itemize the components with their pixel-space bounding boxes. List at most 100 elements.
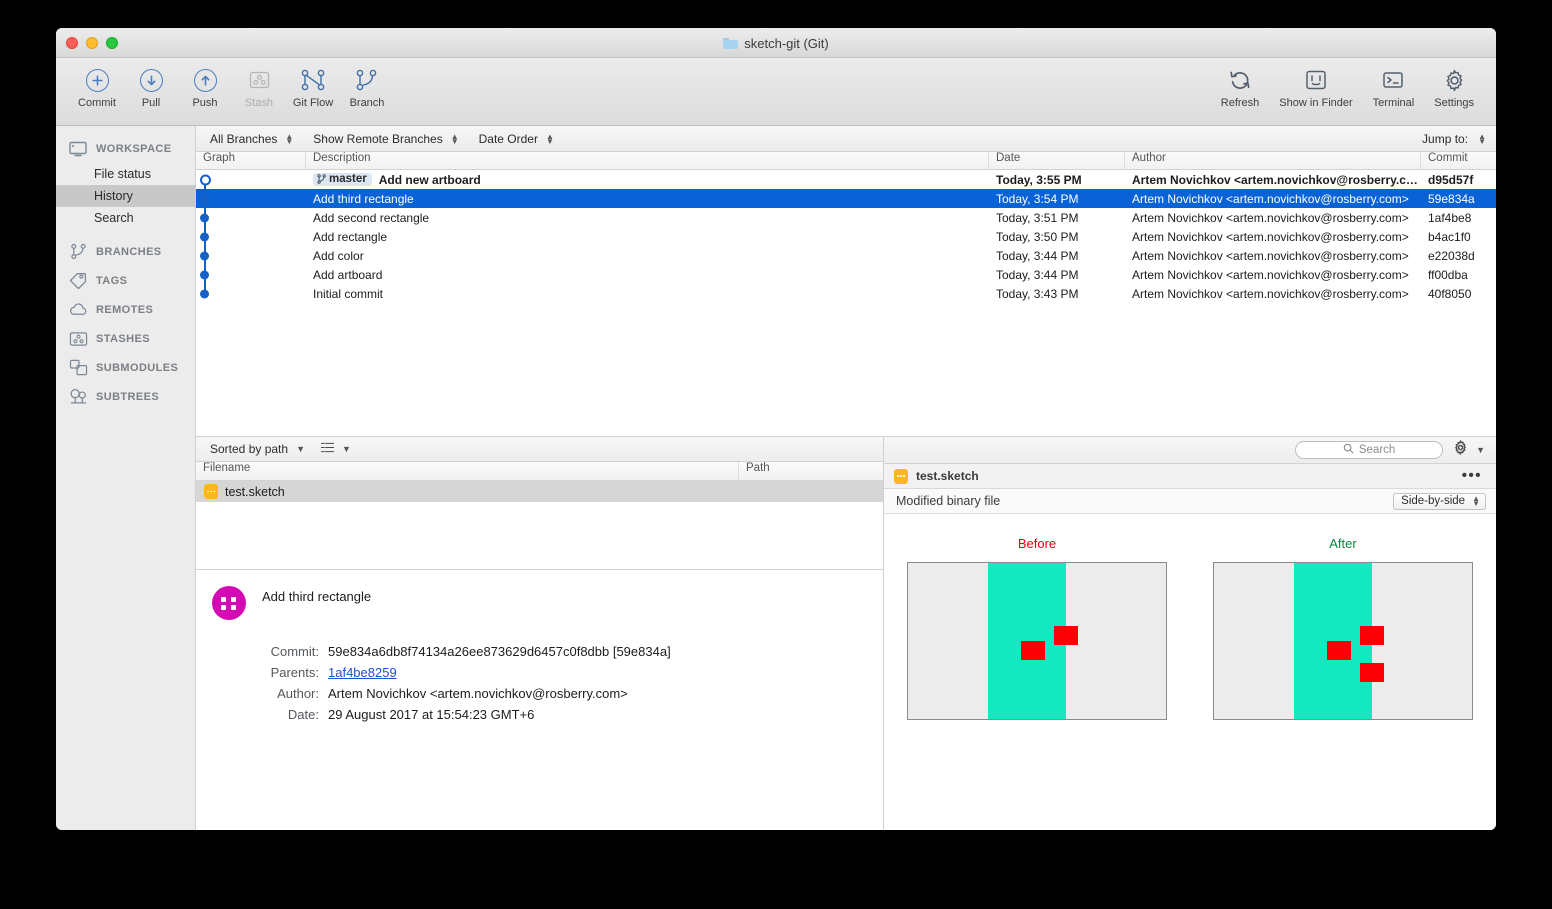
commit-detail-row-date: Date: 29 August 2017 at 15:54:23 GMT+6 [212, 707, 883, 722]
branch-filter-dropdown[interactable]: All Branches ▲ ▼ [210, 132, 293, 146]
view-mode-dropdown[interactable]: ▼ [320, 442, 351, 456]
window-title: sketch-git (Git) [56, 28, 1496, 58]
branch-button[interactable]: Branch [340, 66, 394, 109]
toolbar-right-group: Refresh Show in Finder Terminal Settings [1211, 66, 1484, 109]
remote-filter-value: Show Remote Branches [313, 131, 443, 146]
sidebar-section-submodules-label: SUBMODULES [96, 361, 179, 374]
sidebar-section-branches[interactable]: BRANCHES [56, 237, 195, 266]
file-row-filename: test.sketch [225, 484, 285, 499]
column-header-filename[interactable]: Filename [196, 462, 739, 480]
column-header-graph[interactable]: Graph [196, 152, 306, 169]
author-field-key: Author: [277, 686, 319, 701]
stash-button[interactable]: Stash [232, 66, 286, 109]
commit-description-cell: Add rectangle [306, 230, 989, 244]
plus-circle-icon [85, 66, 109, 94]
diff-settings-dropdown[interactable]: ▼ [1453, 440, 1485, 460]
sidebar-section-workspace[interactable]: WORKSPACE [56, 134, 195, 163]
sidebar-item-search-label: Search [94, 211, 134, 225]
diff-view-mode-dropdown[interactable]: Side-by-side ▲ ▼ [1393, 492, 1486, 510]
pull-button-label: Pull [141, 97, 161, 109]
chevron-down-icon: ▼ [296, 444, 305, 454]
terminal-button[interactable]: Terminal [1363, 66, 1425, 109]
sketch-file-icon [894, 468, 908, 484]
table-row[interactable]: Add rectangle Today, 3:50 PM Artem Novichk… [196, 227, 1496, 246]
sidebar-section-submodules[interactable]: SUBMODULES [56, 353, 195, 382]
file-row-test-sketch[interactable]: test.sketch [196, 481, 883, 502]
ellipsis-icon[interactable]: ••• [1462, 468, 1482, 483]
parent-commit-link[interactable]: 1af4be8259 [328, 665, 397, 680]
window-title-text: sketch-git (Git) [744, 35, 829, 51]
commit-date-cell: Today, 3:43 PM [996, 286, 1079, 301]
branch-badge[interactable]: master [313, 172, 372, 186]
sidebar-section-workspace-label: WORKSPACE [96, 142, 172, 155]
preview-after-title: After [1329, 536, 1357, 551]
show-in-finder-button[interactable]: Show in Finder [1269, 66, 1362, 109]
history-filter-bar: All Branches ▲ ▼ Show Remote Branches ▲ ▼ … [196, 126, 1496, 152]
table-row[interactable]: master Add new artboard Today, 3:55 PM Arte… [196, 170, 1496, 189]
commit-hash-cell: d95d57f [1428, 172, 1474, 187]
subtrees-icon [68, 388, 88, 406]
commit-detail-fields: Commit: 59e834a6db8f74134a26ee873629d645… [212, 644, 883, 722]
commit-description-cell: Add artboard [306, 268, 989, 282]
lower-split: Sorted by path ▼ ▼ Filename Path test.sk… [196, 437, 1496, 830]
remote-branch-filter-dropdown[interactable]: Show Remote Branches ▲ ▼ [313, 132, 458, 146]
stash-icon [248, 66, 271, 94]
order-filter-dropdown[interactable]: Date Order ▲ ▼ [479, 132, 554, 146]
parents-field-value: 1af4be8259 [328, 665, 397, 680]
git-flow-button[interactable]: Git Flow [286, 66, 340, 109]
parents-field-key: Parents: [270, 665, 319, 680]
commit-author-cell: Artem Novichkov <artem.novichkov@rosberr… [1132, 229, 1409, 244]
sidebar-section-stashes[interactable]: STASHES [56, 324, 195, 353]
commit-author-cell: Artem Novichkov <artem.novichkov@rosberr… [1132, 172, 1421, 187]
identicon-avatar [212, 586, 246, 620]
sidebar-section-tags[interactable]: TAGS [56, 266, 195, 295]
table-row[interactable]: Add second rectangle Today, 3:51 PM Artem … [196, 208, 1496, 227]
column-header-description[interactable]: Description [306, 152, 989, 169]
branch-button-label: Branch [349, 97, 385, 109]
refresh-button[interactable]: Refresh [1211, 66, 1270, 109]
sidebar-item-search[interactable]: Search [56, 207, 195, 229]
sidebar-section-tags-label: TAGS [96, 274, 128, 287]
show-in-finder-button-label: Show in Finder [1279, 97, 1353, 109]
sort-mode-label: Sorted by path [210, 442, 289, 456]
terminal-button-label: Terminal [1372, 97, 1415, 109]
settings-button-label: Settings [1434, 97, 1474, 109]
column-header-author[interactable]: Author [1125, 152, 1421, 169]
rectangle-shape [1327, 641, 1351, 660]
pull-button[interactable]: Pull [124, 66, 178, 109]
settings-button[interactable]: Settings [1424, 66, 1484, 109]
commit-graph-cell [196, 246, 306, 265]
sidebar-section-subtrees[interactable]: SUBTREES [56, 382, 195, 411]
table-row[interactable]: Add third rectangle Today, 3:54 PM Artem N… [196, 189, 1496, 208]
date-field-value: 29 August 2017 at 15:54:23 GMT+6 [328, 707, 535, 722]
push-button[interactable]: Push [178, 66, 232, 109]
chevron-updown-icon: ▲ ▼ [1472, 493, 1480, 508]
sidebar-item-file-status[interactable]: File status [56, 163, 195, 185]
main-content: All Branches ▲ ▼ Show Remote Branches ▲ ▼ … [196, 126, 1496, 830]
jump-to-control[interactable]: Jump to: ▲ ▼ [1422, 132, 1486, 146]
column-header-commit[interactable]: Commit [1421, 152, 1496, 169]
column-header-date[interactable]: Date [989, 152, 1125, 169]
sketch-file-icon [204, 484, 218, 499]
jump-to-label: Jump to: [1422, 131, 1469, 146]
table-row[interactable]: Initial commit Today, 3:43 PM Artem Novich… [196, 284, 1496, 303]
commit-hash-cell: e22038d [1428, 248, 1475, 263]
table-row[interactable]: Add artboard Today, 3:44 PM Artem Novichko… [196, 265, 1496, 284]
diff-view-mode-value: Side-by-side [1401, 494, 1466, 507]
diff-search-field[interactable]: Search [1295, 441, 1444, 459]
table-row[interactable]: Add color Today, 3:44 PM Artem Novichkov <… [196, 246, 1496, 265]
commit-date-cell: Today, 3:50 PM [996, 229, 1079, 244]
commit-detail-panel: Add third rectangle Commit: 59e834a6db8f… [196, 569, 883, 830]
sort-mode-dropdown[interactable]: Sorted by path ▼ [210, 442, 305, 456]
sidebar-section-remotes[interactable]: REMOTES [56, 295, 195, 324]
sidebar-item-file-status-label: File status [94, 167, 151, 181]
author-field-value: Artem Novichkov <artem.novichkov@rosberr… [328, 686, 628, 701]
sidebar-item-history[interactable]: History [56, 185, 195, 207]
chevron-updown-icon: ▲ ▼ [1478, 131, 1486, 146]
sidebar-section-subtrees-label: SUBTREES [96, 390, 160, 403]
stash-icon [68, 330, 88, 348]
diff-pane: Search ▼ test.sketch ••• Modified binary… [884, 437, 1496, 830]
column-header-path[interactable]: Path [739, 462, 883, 480]
commit-button[interactable]: Commit [70, 66, 124, 109]
rectangle-shape [1021, 641, 1045, 660]
